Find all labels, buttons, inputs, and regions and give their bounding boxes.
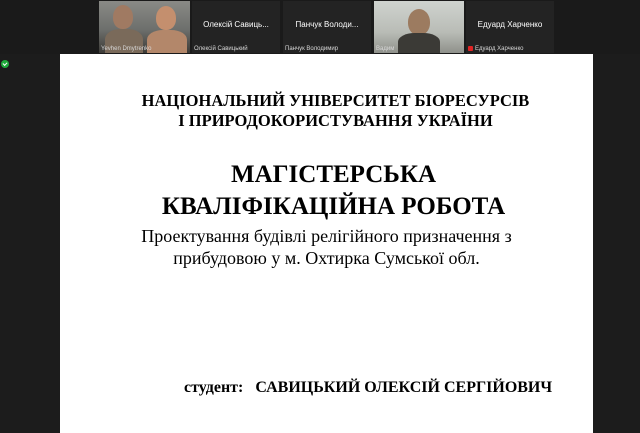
student-label: студент: xyxy=(184,379,244,396)
student-line: студент: САВИЦЬКИЙ ОЛЕКСІЙ СЕРГІЙОВИЧ xyxy=(184,379,552,397)
participant-display-name: Панчук Володи... xyxy=(295,20,359,29)
participant-name: Олексій Савицький xyxy=(194,46,248,52)
encryption-shield-icon[interactable] xyxy=(1,60,9,68)
participant-tile[interactable]: Вадим xyxy=(374,1,464,53)
thesis-title-line-1: МАГІСТЕРСЬКА xyxy=(230,161,437,188)
shared-screen-slide: НАЦІОНАЛЬНИЙ УНІВЕРСИТЕТ БІОРЕСУРСІВ І П… xyxy=(60,54,593,433)
project-topic-line-1: Проектування будівлі релігійного признач… xyxy=(141,226,512,246)
participant-name: Панчук Володимир xyxy=(285,46,339,52)
university-name-line-1: НАЦІОНАЛЬНИЙ УНІВЕРСИТЕТ БІОРЕСУРСІВ xyxy=(141,91,530,110)
participant-caption: Едуард Харченко xyxy=(468,45,524,52)
participant-display-name: Олексій Савиць... xyxy=(203,20,269,29)
participant-tile[interactable]: Yevhen Dmytrenko xyxy=(99,1,190,53)
participant-strip: Yevhen Dmytrenko Олексій Савиць... Олекс… xyxy=(0,0,640,54)
thesis-title-line-2: КВАЛІФІКАЦІЙНА РОБОТА xyxy=(161,193,506,220)
participant-name: Вадим xyxy=(376,46,395,52)
participant-name: Yevhen Dmytrenko xyxy=(101,46,152,52)
mic-muted-icon xyxy=(468,45,473,51)
participant-tile[interactable]: Олексій Савиць... Олексій Савицький xyxy=(192,1,280,53)
participant-tile[interactable]: Панчук Володи... Панчук Володимир xyxy=(283,1,371,53)
student-name: САВИЦЬКИЙ ОЛЕКСІЙ СЕРГІЙОВИЧ xyxy=(255,379,553,396)
participant-tile[interactable]: Едуард Харченко Едуард Харченко xyxy=(466,1,554,53)
project-topic-line-2: прибудовою у м. Охтирка Сумської обл. xyxy=(173,248,480,268)
university-name-line-2: І ПРИРОДОКОРИСТУВАННЯ УКРАЇНИ xyxy=(178,111,493,130)
participant-name: Едуард Харченко xyxy=(475,46,524,52)
participant-display-name: Едуард Харченко xyxy=(477,20,543,29)
